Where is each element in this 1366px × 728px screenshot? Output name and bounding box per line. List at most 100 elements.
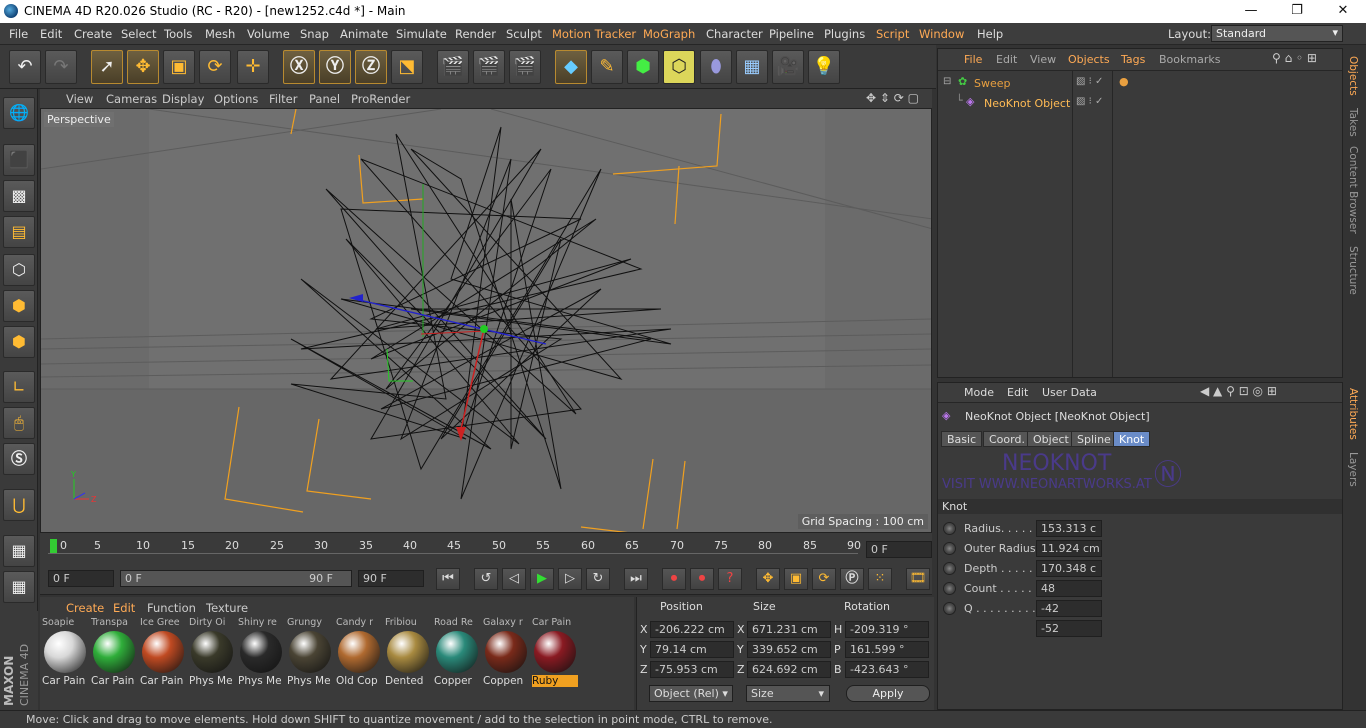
menu-render[interactable]: Render (455, 27, 496, 41)
viewport-nav-icons[interactable]: ✥ ⇕ ⟳ ▢ (866, 91, 919, 105)
attr-menu-mode[interactable]: Mode (964, 386, 994, 399)
attr-field-value[interactable]: 48 (1036, 580, 1102, 597)
render-view-icon[interactable]: 🎬 (437, 50, 469, 84)
tweak-mode-icon[interactable]: 🖱 (3, 407, 35, 439)
visibility-toggle-icon[interactable]: ▨ ⁝ ✓ (1076, 76, 1103, 87)
position-field[interactable]: -206.222 cm (650, 621, 734, 638)
close-button[interactable]: ✕ (1320, 0, 1366, 23)
floor-icon[interactable]: ▦ (736, 50, 768, 84)
attr-field-value[interactable]: 153.313 c (1036, 520, 1102, 537)
material-swatch[interactable]: Shiny re Phys Me (238, 617, 284, 689)
vp-menu-view[interactable]: View (66, 92, 93, 106)
previous-key-icon[interactable]: ↺ (474, 568, 498, 590)
live-selection-icon[interactable]: ➚ (91, 50, 123, 84)
animate-radio-icon[interactable] (943, 542, 956, 555)
menu-character[interactable]: Character (706, 27, 763, 41)
next-frame-icon[interactable]: ▷ (558, 568, 582, 590)
obj-menu-view[interactable]: View (1030, 53, 1056, 66)
material-swatch[interactable]: Dirty Oi Phys Me (189, 617, 235, 689)
vtab-objects[interactable]: Objects (1347, 56, 1359, 96)
recent-tools-icon[interactable]: ✛ (237, 50, 269, 84)
viewport-perspective[interactable]: Y Z Perspective Grid Spacing : 100 cm (40, 108, 932, 533)
menu-file[interactable]: File (9, 27, 28, 41)
layout-select[interactable]: Standard ▾ (1211, 25, 1343, 42)
edges-mode-icon[interactable]: ⬢ (3, 290, 35, 322)
menu-window[interactable]: Window (919, 27, 964, 41)
material-swatch[interactable]: Soapie Car Pain (42, 617, 88, 689)
material-swatch[interactable]: Candy r Old Cop (336, 617, 382, 689)
undo-icon[interactable]: ↶ (9, 50, 41, 84)
vp-menu-options[interactable]: Options (214, 92, 258, 106)
go-to-end-icon[interactable]: ⏭ (624, 568, 648, 590)
key-scale-icon[interactable]: ▣ (784, 568, 808, 590)
rotation-field[interactable]: 161.599 ° (845, 641, 929, 658)
visibility-toggle-icon[interactable]: ▨ ⁝ ✓ (1076, 96, 1103, 107)
tab-basic[interactable]: Basic (941, 431, 983, 447)
snapping-icon[interactable]: ⋃ (3, 489, 35, 521)
vp-menu-prorender[interactable]: ProRender (351, 92, 410, 106)
scheme-icon[interactable]: 🎞 (906, 568, 930, 590)
menu-edit[interactable]: Edit (40, 27, 62, 41)
deformer-icon[interactable]: ⬮ (700, 50, 732, 84)
material-swatch[interactable]: Ice Gree Car Pain (140, 617, 186, 689)
coord-mode-select[interactable]: Object (Rel) ▾ (649, 685, 733, 702)
workplane-lock-icon[interactable]: ▦ (3, 535, 35, 567)
menu-animate[interactable]: Animate (340, 27, 388, 41)
rotate-icon[interactable]: ⟳ (199, 50, 231, 84)
cube-icon[interactable]: ◆ (555, 50, 587, 84)
phong-tag-icon[interactable]: ● (1119, 75, 1129, 88)
menu-create[interactable]: Create (74, 27, 112, 41)
preview-range-slider[interactable]: 0 F 90 F (120, 570, 352, 587)
make-editable-icon[interactable]: 🌐 (3, 97, 35, 129)
render-picture-viewer-icon[interactable]: 🎬 (473, 50, 505, 84)
camera-icon[interactable]: 🎥 (772, 50, 804, 84)
key-parameter-icon[interactable]: Ⓟ (840, 568, 864, 590)
record-keys-icon[interactable]: ⏺ (662, 568, 686, 590)
menu-tools[interactable]: Tools (164, 27, 192, 41)
position-field[interactable]: -75.953 cm (650, 661, 734, 678)
menu-help[interactable]: Help (977, 27, 1003, 41)
obj-menu-file[interactable]: File (964, 53, 982, 66)
animate-radio-icon[interactable] (943, 602, 956, 615)
subdivision-icon[interactable]: ⬢ (627, 50, 659, 84)
light-icon[interactable]: 💡 (808, 50, 840, 84)
size-field[interactable]: 671.231 cm (747, 621, 831, 638)
mat-menu-edit[interactable]: Edit (113, 601, 135, 615)
material-swatch[interactable]: Transpa Car Pain (91, 617, 137, 689)
menu-volume[interactable]: Volume (247, 27, 290, 41)
animate-radio-icon[interactable] (943, 562, 956, 575)
redo-icon[interactable]: ↷ (45, 50, 77, 84)
mat-menu-create[interactable]: Create (66, 601, 104, 615)
attr-field-value[interactable]: -42 (1036, 600, 1102, 617)
size-field[interactable]: 624.692 cm (747, 661, 831, 678)
mat-menu-texture[interactable]: Texture (206, 601, 248, 615)
attr-field-value[interactable]: 11.924 cm (1036, 540, 1102, 557)
material-swatch[interactable]: Grungy Phys Me (287, 617, 333, 689)
attr-menu-user-data[interactable]: User Data (1042, 386, 1097, 399)
scale-icon[interactable]: ▣ (163, 50, 195, 84)
obj-menu-objects[interactable]: Objects (1068, 53, 1110, 66)
mat-menu-function[interactable]: Function (147, 601, 196, 615)
obj-menu-bookmarks[interactable]: Bookmarks (1159, 53, 1220, 66)
tree-row-sweep[interactable]: ⊟ ✿ Sweep ▨ ⁝ ✓ ● (938, 74, 1342, 92)
tree-row-neoknot[interactable]: └ ◈ NeoKnot Object ▨ ⁝ ✓ (938, 94, 1342, 112)
key-pla-icon[interactable]: ⁙ (868, 568, 892, 590)
animate-radio-icon[interactable] (943, 522, 956, 535)
tab-coord[interactable]: Coord. (983, 431, 1031, 447)
obj-menu-tags[interactable]: Tags (1121, 53, 1145, 66)
vtab-structure[interactable]: Structure (1347, 246, 1359, 295)
previous-frame-icon[interactable]: ◁ (502, 568, 526, 590)
menu-select[interactable]: Select (121, 27, 156, 41)
vtab-takes[interactable]: Takes (1347, 108, 1359, 137)
start-frame-field[interactable]: 0 F (48, 570, 114, 587)
key-position-icon[interactable]: ✥ (756, 568, 780, 590)
position-field[interactable]: 79.14 cm (650, 641, 734, 658)
solo-mode-icon[interactable]: Ⓢ (3, 443, 35, 475)
menu-snap[interactable]: Snap (300, 27, 329, 41)
x-axis-lock-icon[interactable]: Ⓧ (283, 50, 315, 84)
attr-field-value[interactable]: -52 (1036, 620, 1102, 637)
tab-object[interactable]: Object (1027, 431, 1075, 447)
menu-script[interactable]: Script (876, 27, 909, 41)
current-frame-field[interactable]: 0 F (866, 541, 932, 558)
minimize-button[interactable]: — (1228, 0, 1274, 23)
